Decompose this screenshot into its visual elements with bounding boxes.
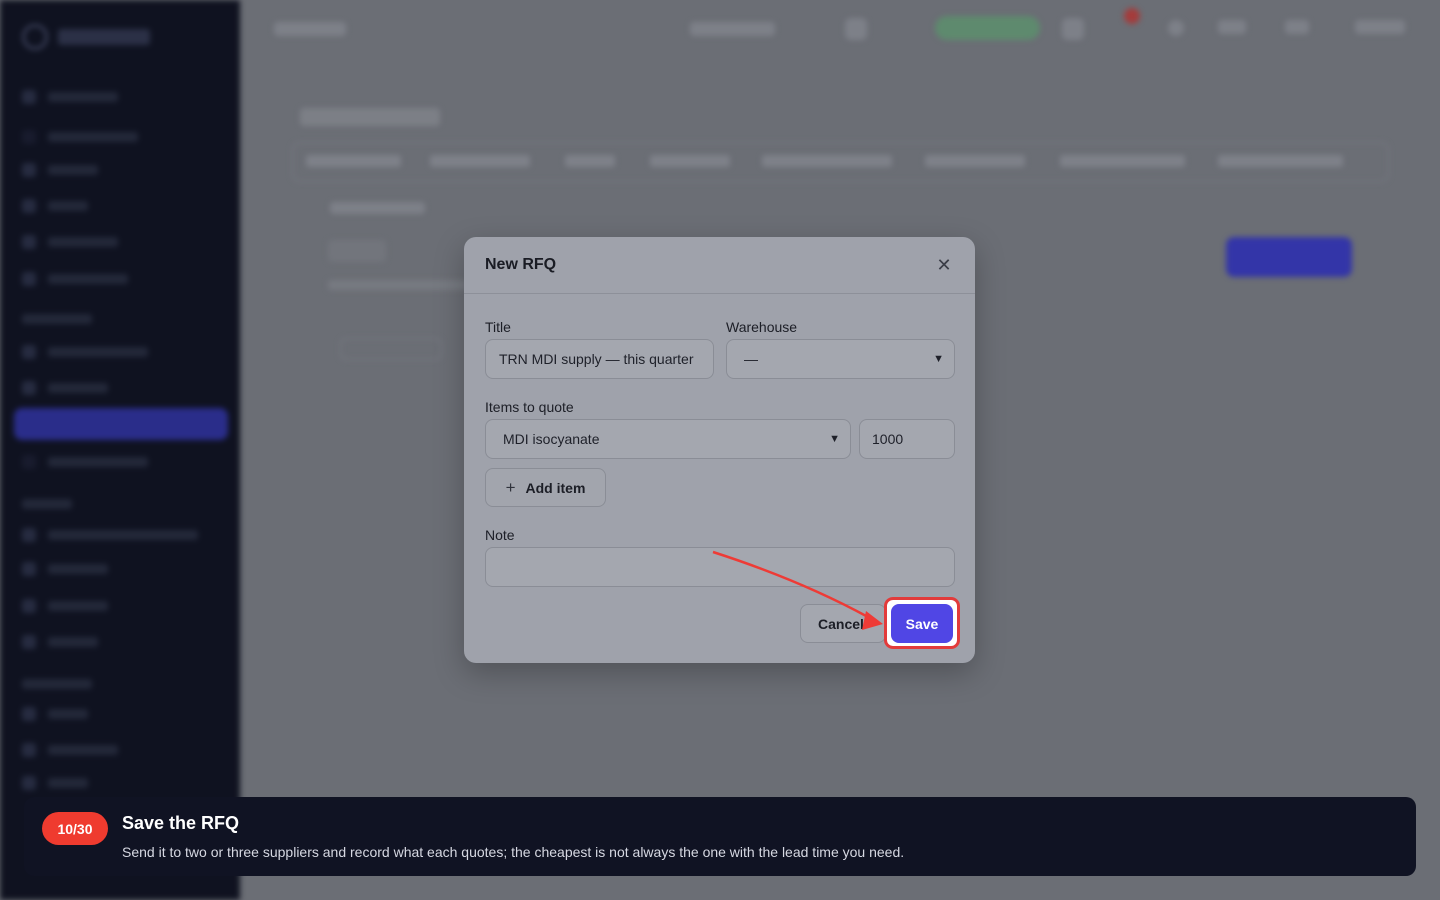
notification-dot [1124,8,1140,24]
brand-logo [22,24,150,50]
note-label: Note [485,527,515,543]
warehouse-select-value: — [744,351,758,367]
bell-icon[interactable] [1062,18,1084,40]
save-label: Save [905,615,939,632]
modal-title: New RFQ [485,256,557,273]
tour-banner: 10/30 Save the RFQ Send it to two or thr… [24,797,1416,876]
modal-header: New RFQ ✕ [464,237,975,294]
tour-step-badge: 10/30 [42,812,108,845]
sidebar-section [22,312,92,326]
item-quantity-value: 1000 [872,431,904,447]
sidebar-item[interactable] [22,707,88,721]
sidebar-item[interactable] [22,562,108,576]
filter-input[interactable] [340,338,442,360]
section-heading [328,240,386,262]
sidebar-section [22,677,92,691]
title-input-value: TRN MDI supply — this quarter [499,351,694,367]
new-rfq-button[interactable] [1226,237,1352,277]
tab[interactable] [925,155,1025,167]
sidebar-item[interactable] [22,235,118,249]
sidebar-section [22,497,72,511]
title-label: Title [485,319,511,335]
warehouse-select[interactable]: — ▼ [726,339,955,379]
sidebar [0,0,240,900]
language-select[interactable] [1218,20,1246,34]
search-input[interactable] [690,22,775,36]
items-label: Items to quote [485,399,574,415]
plus-icon: + [505,477,516,497]
warehouse-label: Warehouse [726,319,798,335]
item-quantity-input[interactable]: 1000 [859,419,955,459]
tab[interactable] [650,155,730,167]
add-item-button[interactable]: + Add item [485,468,606,507]
cancel-label: Cancel [818,615,864,632]
sidebar-item[interactable] [22,743,118,757]
tab[interactable] [1218,155,1343,167]
sidebar-item[interactable] [22,272,128,286]
title-input[interactable]: TRN MDI supply — this quarter [485,339,714,379]
sidebar-item[interactable] [22,345,148,359]
add-item-label: Add item [525,479,586,496]
status-badge [935,16,1040,40]
sidebar-item[interactable] [22,599,108,613]
tab[interactable] [565,155,615,167]
sidebar-item[interactable] [22,90,118,104]
breadcrumb [274,22,346,36]
sidebar-item[interactable] [22,381,108,395]
settings-icon[interactable] [1168,20,1184,36]
page-title [300,108,440,126]
item-product-select[interactable]: MDI isocyanate ▼ [485,419,851,459]
sidebar-item[interactable] [22,455,148,469]
help-icon[interactable] [845,18,867,40]
section-subtitle [328,280,468,290]
sidebar-item[interactable] [22,163,98,177]
tour-title: Save the RFQ [122,813,240,833]
sidebar-item[interactable] [22,199,88,213]
cancel-button[interactable]: Cancel [800,604,886,643]
save-button[interactable]: Save [891,604,953,643]
tab[interactable] [306,155,401,167]
tab[interactable] [1060,155,1185,167]
item-product-value: MDI isocyanate [503,431,600,447]
tour-description: Send it to two or three suppliers and re… [122,844,905,860]
chevron-down-icon: ▼ [829,433,840,445]
theme-toggle[interactable] [1285,20,1309,34]
back-link[interactable] [330,202,425,214]
sidebar-item[interactable] [22,635,98,649]
user-menu[interactable] [1355,20,1405,34]
tab[interactable] [430,155,530,167]
new-rfq-modal: New RFQ ✕ Title TRN MDI supply — this qu… [464,237,975,663]
note-input[interactable] [485,547,955,587]
sidebar-item-active[interactable] [14,408,228,440]
close-icon[interactable]: ✕ [933,254,955,276]
sidebar-item[interactable] [22,776,88,790]
tab[interactable] [762,155,892,167]
sidebar-item[interactable] [22,130,138,144]
sidebar-item[interactable] [22,528,198,542]
chevron-down-icon: ▼ [933,353,944,365]
